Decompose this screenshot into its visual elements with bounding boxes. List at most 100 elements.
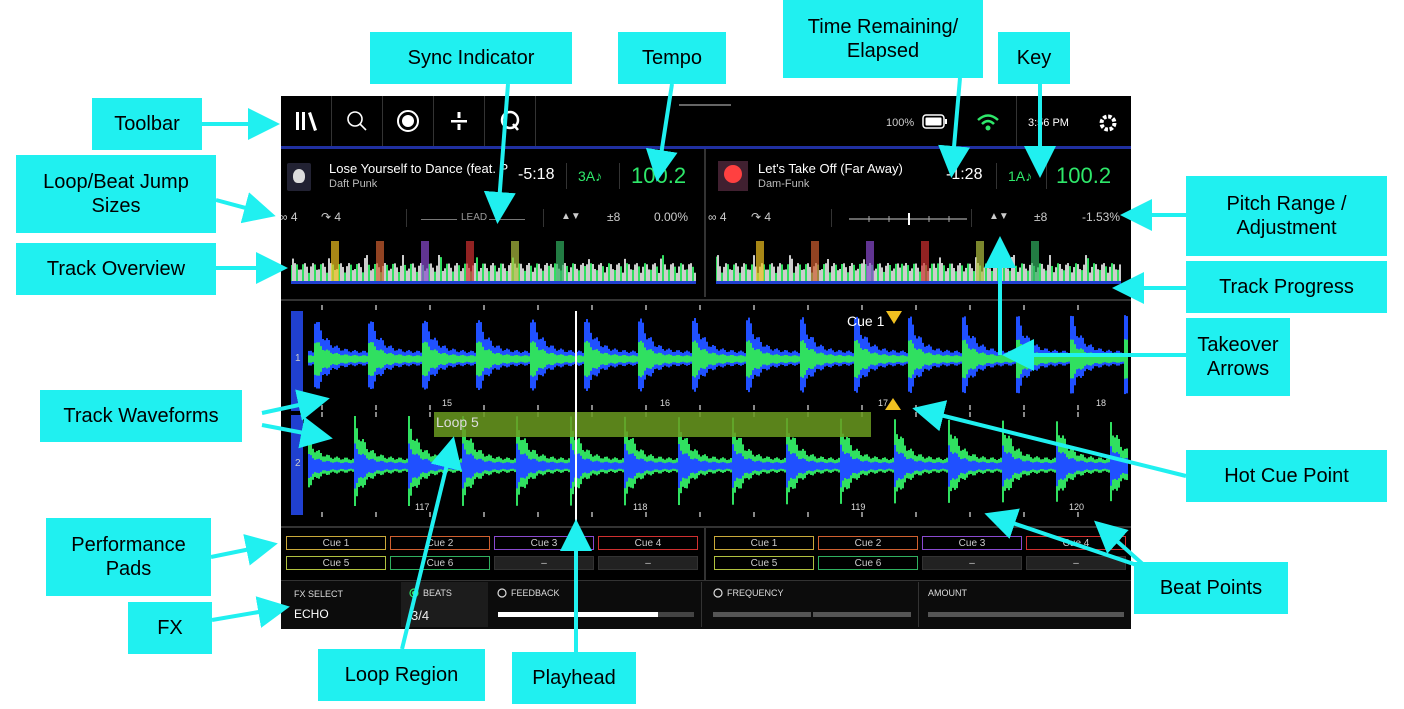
performance-pad[interactable]: Cue 4 xyxy=(1026,536,1126,550)
track-title: Let's Take Off (Far Away) xyxy=(758,161,903,176)
callout-loop-beat-jump: Loop/Beat Jump Sizes xyxy=(16,155,216,233)
callout-playhead: Playhead xyxy=(512,652,636,704)
sync-offset-meter xyxy=(849,213,967,225)
callout-time-remaining: Time Remaining/ Elapsed xyxy=(783,0,983,78)
performance-pad[interactable]: Cue 3 xyxy=(494,536,594,550)
device-screen: 100% 3:56 PM Lose Yourself to Dance (fea… xyxy=(281,96,1131,629)
fx-effect-name[interactable]: ECHO xyxy=(294,607,329,621)
frequency-slider-low[interactable] xyxy=(713,612,811,617)
time-remaining[interactable]: -1:28 xyxy=(946,166,982,184)
callout-fx: FX xyxy=(128,602,212,654)
beat-number: 18 xyxy=(1096,398,1107,408)
pitch-range[interactable]: ±8 xyxy=(607,210,620,224)
beat-number: 118 xyxy=(633,502,648,512)
performance-pad[interactable]: – xyxy=(494,556,594,570)
sync-status[interactable]: LEAD xyxy=(461,212,487,223)
deck2-number: 2 xyxy=(295,458,301,469)
track-artist: Dam-Funk xyxy=(758,178,810,190)
time-remaining[interactable]: -5:18 xyxy=(518,166,554,184)
deck-right: Let's Take Off (Far Away) Dam-Funk -1:28… xyxy=(706,149,1131,297)
record-icon xyxy=(397,110,419,132)
callout-performance-pads: Performance Pads xyxy=(46,518,211,596)
loop-label: Loop 5 xyxy=(436,414,479,430)
performance-pad[interactable]: Cue 6 xyxy=(390,556,490,570)
record-button[interactable] xyxy=(383,96,434,146)
track-waveforms[interactable] xyxy=(281,301,1131,526)
callout-tempo: Tempo xyxy=(618,32,726,84)
pitch-adjustment: -1.53% xyxy=(1082,210,1121,224)
callout-track-overview: Track Overview xyxy=(16,243,216,295)
performance-pad[interactable]: – xyxy=(598,556,698,570)
performance-pad[interactable]: Cue 2 xyxy=(390,536,490,550)
quantize-icon xyxy=(500,110,520,131)
loop-region xyxy=(434,412,871,437)
fx-select-label: FX SELECT xyxy=(294,589,344,599)
bpm-display[interactable]: 100.2 xyxy=(631,163,686,189)
playhead xyxy=(575,311,577,526)
performance-pad[interactable]: – xyxy=(922,556,1022,570)
track-artist: Daft Punk xyxy=(329,178,378,190)
performance-pad[interactable]: Cue 2 xyxy=(818,536,918,550)
callout-takeover-arrows: Takeover Arrows xyxy=(1186,318,1290,396)
amount-slider[interactable] xyxy=(928,612,1124,617)
callout-key: Key xyxy=(998,32,1070,84)
feedback-slider[interactable] xyxy=(498,612,694,617)
frequency-radio-icon[interactable] xyxy=(713,588,723,598)
performance-pad[interactable]: Cue 4 xyxy=(598,536,698,550)
performance-pad[interactable]: Cue 3 xyxy=(922,536,1022,550)
key-display[interactable]: 1A♪ xyxy=(1008,168,1032,184)
feedback-radio-icon[interactable] xyxy=(497,588,507,598)
library-icon xyxy=(296,112,317,131)
album-art[interactable] xyxy=(718,161,748,191)
performance-pad[interactable]: Cue 1 xyxy=(286,536,386,550)
beat-jump-size[interactable]: ↷ 4 xyxy=(751,210,771,224)
beat-number: 119 xyxy=(851,502,866,512)
track-overview[interactable] xyxy=(716,241,1121,289)
takeover-arrows-icon: ▲▼ xyxy=(989,211,1009,222)
pitch-range[interactable]: ±8 xyxy=(1034,210,1047,224)
performance-pad[interactable]: – xyxy=(1026,556,1126,570)
feedback-label: FEEDBACK xyxy=(511,588,560,598)
deck-left: Lose Yourself to Dance (feat. Pharrell W… xyxy=(281,149,704,297)
beats-value: 3/4 xyxy=(411,608,430,623)
split-icon xyxy=(451,112,467,130)
frequency-slider-high[interactable] xyxy=(813,612,911,617)
library-button[interactable] xyxy=(281,96,332,146)
jump-arrow-icon: ↷ xyxy=(321,210,332,224)
hot-cue-marker-icon[interactable] xyxy=(886,311,902,325)
deck1-number: 1 xyxy=(295,353,301,364)
album-art[interactable] xyxy=(287,163,311,191)
callout-track-progress: Track Progress xyxy=(1186,261,1387,313)
callout-pitch-range: Pitch Range / Adjustment xyxy=(1186,176,1387,256)
beat-jump-size[interactable]: ↷ 4 xyxy=(321,210,341,224)
loop-size[interactable]: ∞ 4 xyxy=(281,210,298,224)
track-overview[interactable] xyxy=(291,241,696,289)
edit-grid-button[interactable] xyxy=(434,96,485,146)
battery-icon xyxy=(922,114,947,129)
search-button[interactable] xyxy=(332,96,383,146)
callout-track-waveforms: Track Waveforms xyxy=(40,390,242,442)
wifi-icon[interactable] xyxy=(976,112,1000,132)
jump-arrow-icon: ↷ xyxy=(751,210,762,224)
loop-size[interactable]: ∞ 4 xyxy=(708,210,727,224)
beat-number: 15 xyxy=(442,398,453,408)
performance-pad[interactable]: Cue 1 xyxy=(714,536,814,550)
performance-pad[interactable]: Cue 5 xyxy=(286,556,386,570)
beats-radio-icon[interactable] xyxy=(409,588,419,598)
clock: 3:56 PM xyxy=(1028,117,1069,129)
quantize-button[interactable] xyxy=(485,96,536,146)
loop-icon: ∞ xyxy=(281,210,288,224)
beats-label: BEATS xyxy=(423,588,452,598)
performance-pad[interactable]: Cue 6 xyxy=(818,556,918,570)
beat-number: 16 xyxy=(660,398,671,408)
key-display[interactable]: 3A♪ xyxy=(578,168,602,184)
beat-number: 120 xyxy=(1069,502,1085,512)
bpm-display[interactable]: 100.2 xyxy=(1056,163,1111,189)
callout-beat-points: Beat Points xyxy=(1134,562,1288,614)
performance-pad[interactable]: Cue 5 xyxy=(714,556,814,570)
loop-icon: ∞ xyxy=(708,210,717,224)
beat-number: 117 xyxy=(415,502,430,512)
cue-label: Cue 1 xyxy=(847,313,885,329)
settings-gear-icon[interactable] xyxy=(1098,113,1118,133)
pull-down-handle[interactable] xyxy=(679,104,731,106)
